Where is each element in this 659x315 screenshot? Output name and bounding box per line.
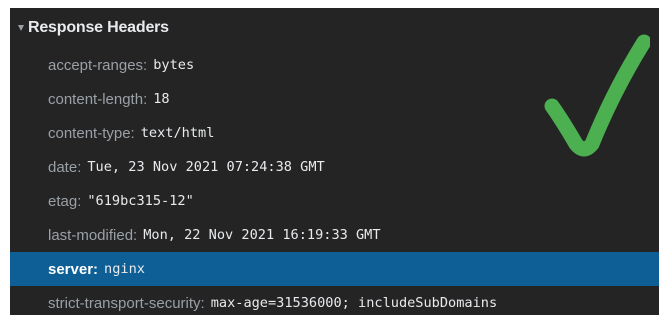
header-row-last-modified[interactable]: last-modified: Mon, 22 Nov 2021 16:19:33… xyxy=(10,218,659,252)
header-row-server[interactable]: server: nginx xyxy=(10,252,659,286)
header-name: last-modified: xyxy=(48,226,138,244)
header-value: nginx xyxy=(104,261,145,277)
header-name: etag: xyxy=(48,192,82,210)
triangle-down-icon xyxy=(18,25,24,31)
header-name: date: xyxy=(48,158,82,176)
header-value: max-age=31536000; includeSubDomains xyxy=(210,295,498,311)
header-row-strict-transport-security[interactable]: strict-transport-security: max-age=31536… xyxy=(10,286,659,315)
header-value: Tue, 23 Nov 2021 07:24:38 GMT xyxy=(87,159,325,175)
header-value: Mon, 22 Nov 2021 16:19:33 GMT xyxy=(143,227,381,243)
header-name: strict-transport-security: xyxy=(48,294,205,312)
header-value: bytes xyxy=(153,57,195,73)
header-value: text/html xyxy=(140,125,215,141)
section-title: Response Headers xyxy=(28,19,169,36)
checkmark-icon xyxy=(544,34,650,157)
header-value: "619bc315-12" xyxy=(87,193,194,209)
header-name: content-length: xyxy=(48,90,148,108)
header-name: content-type: xyxy=(48,124,135,142)
header-name: accept-ranges: xyxy=(48,56,148,74)
header-row-etag[interactable]: etag: "619bc315-12" xyxy=(10,184,659,218)
header-value: 18 xyxy=(153,91,170,107)
header-name: server: xyxy=(48,260,99,278)
response-headers-panel: Response Headers accept-ranges: bytes co… xyxy=(10,8,659,315)
response-headers-toggle[interactable]: Response Headers xyxy=(10,16,169,40)
